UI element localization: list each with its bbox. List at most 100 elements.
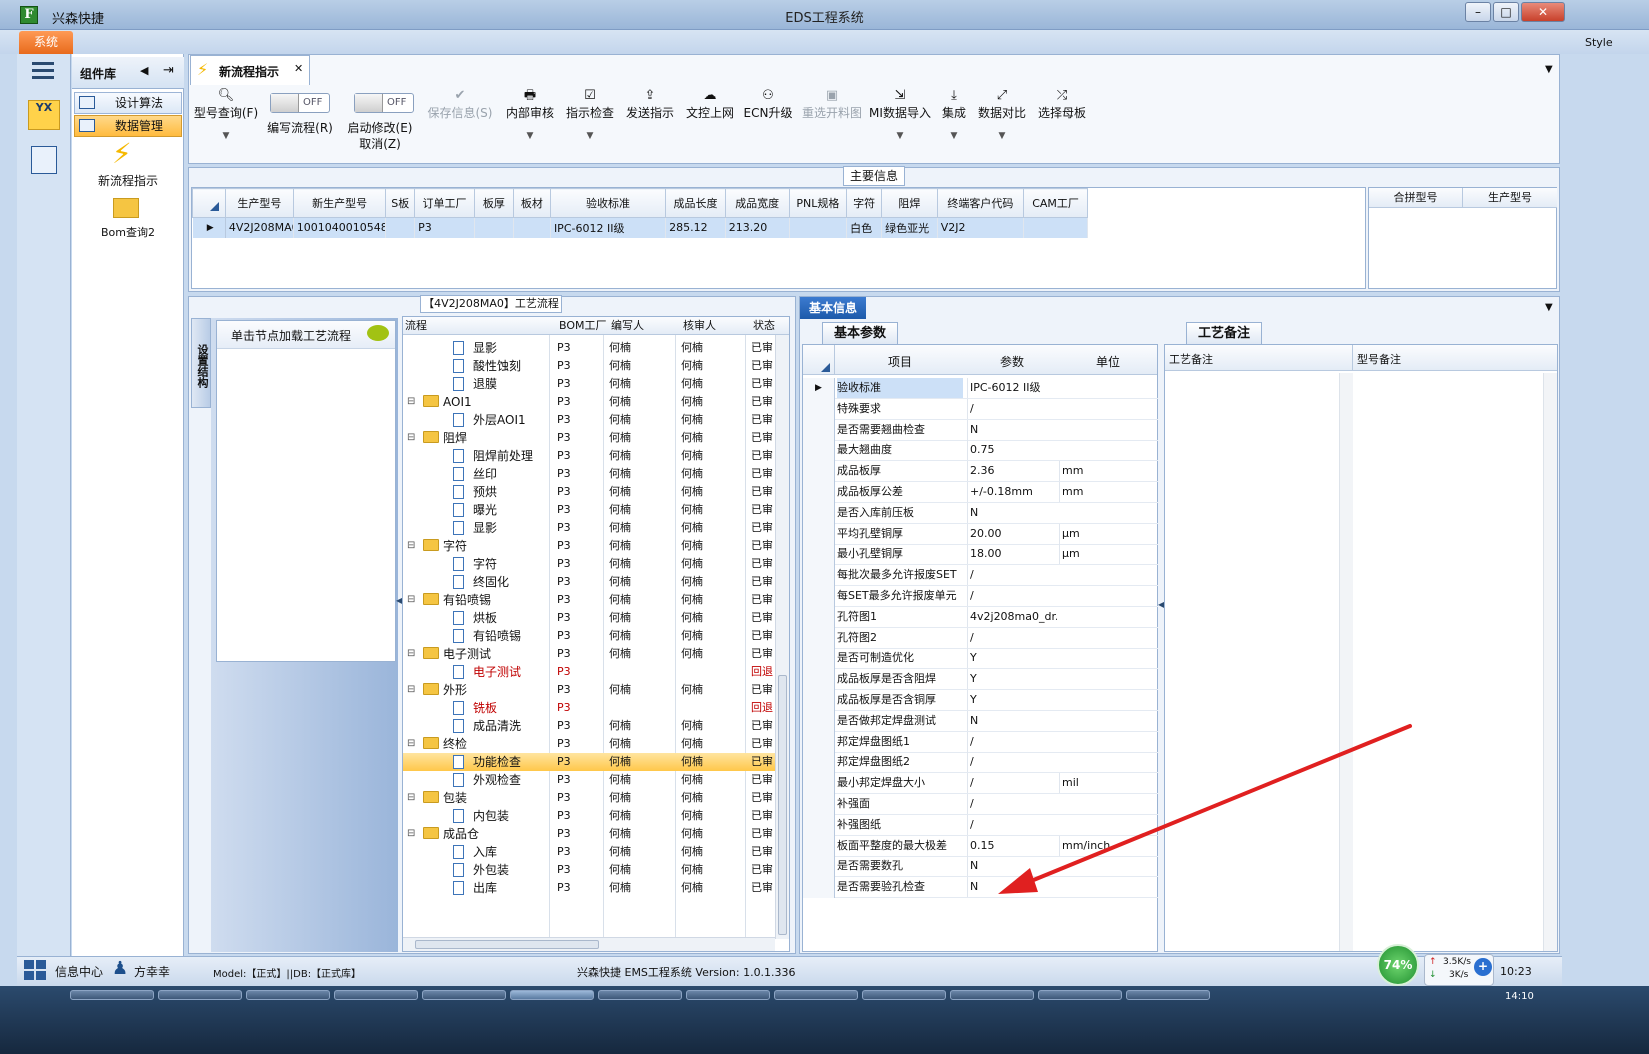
tree-row[interactable]: 丝印 P3 何楠 何楠 已审 [403, 465, 775, 483]
param-row[interactable]: 是否需要翘曲检查 N [803, 419, 1158, 441]
param-row[interactable]: 孔符图1 4v2j208ma0_dr... [803, 606, 1158, 628]
col-item[interactable]: 项目 [835, 353, 965, 370]
tree-row[interactable]: 外包装 P3 何楠 何楠 已审 [403, 861, 775, 879]
row-header-corner[interactable] [803, 345, 835, 375]
ribbon-dropdown-icon[interactable]: ▼ [1545, 64, 1553, 75]
close-window-button[interactable]: ✕ [1521, 2, 1565, 22]
taskbar-item-active[interactable] [510, 990, 594, 1000]
tree-row[interactable]: ⊟ AOI1 P3 何楠 何楠 已审 [403, 393, 775, 411]
row-header-corner[interactable] [192, 188, 226, 218]
table-cell[interactable]: IPC-6012 II级 [550, 217, 667, 238]
col-model-notes[interactable]: 型号备注 [1353, 345, 1557, 371]
col-writer[interactable]: 编写人 [611, 317, 644, 335]
tree-row[interactable]: ⊟ 阻焊 P3 何楠 何楠 已审 [403, 429, 775, 447]
taskbar-item[interactable] [422, 990, 506, 1000]
system-menu-tab[interactable]: 系统 [19, 31, 73, 54]
tree-row[interactable]: ⊟ 电子测试 P3 何楠 何楠 已审 [403, 645, 775, 663]
tree-row[interactable]: 出库 P3 何楠 何楠 已审 [403, 879, 775, 897]
collapse-node-icon[interactable]: ⊟ [407, 537, 415, 555]
col-header[interactable]: CAM工厂 [1023, 188, 1088, 218]
taskbar-item[interactable] [334, 990, 418, 1000]
param-row[interactable]: 孔符图2 / [803, 627, 1158, 649]
maximize-button[interactable]: □ [1493, 2, 1519, 22]
taskbar-item[interactable] [950, 990, 1034, 1000]
table-cell[interactable]: 绿色亚光 [881, 217, 938, 238]
collapse-node-icon[interactable]: ⊟ [407, 681, 415, 699]
param-value[interactable]: 0.75 [967, 440, 1057, 461]
factory-module-icon[interactable]: YX [28, 100, 60, 130]
col-header[interactable]: 阻焊 [881, 188, 938, 218]
tree-row[interactable]: ⊟ 终检 P3 何楠 何楠 已审 [403, 735, 775, 753]
param-row[interactable]: 特殊要求 / [803, 398, 1158, 420]
table-cell[interactable] [513, 217, 551, 238]
param-value[interactable]: Y [967, 690, 1057, 710]
table-cell[interactable]: V2J2 [937, 217, 1025, 238]
tree-row[interactable]: 烘板 P3 何楠 何楠 已审 [403, 609, 775, 627]
ecn-upgrade-button[interactable]: ⚇ ECN升级 [740, 88, 796, 121]
doc-control-online-button[interactable]: ☁ 文控上网 [682, 88, 738, 121]
col-header[interactable]: 订单工厂 [414, 188, 475, 218]
col-header[interactable]: 字符 [846, 188, 883, 218]
tree-row[interactable]: 电子测试 P3 回退 [403, 663, 775, 681]
param-value[interactable]: 18.00 [967, 544, 1057, 565]
col-header[interactable]: 验收标准 [549, 188, 667, 218]
tree-row[interactable]: 成品清洗 P3 何楠 何楠 已审 [403, 717, 775, 735]
col-header[interactable]: 成品宽度 [724, 188, 790, 218]
param-row[interactable]: 成品板厚公差 +/-0.18mm mm [803, 482, 1158, 503]
send-instruction-button[interactable]: ⇪ 发送指示 [622, 88, 678, 121]
taskbar-item[interactable] [158, 990, 242, 1000]
table-cell[interactable] [1023, 217, 1088, 238]
param-value[interactable]: / [967, 586, 1057, 606]
tree-row[interactable]: 字符 P3 何楠 何楠 已审 [403, 555, 775, 573]
param-value[interactable]: N [967, 502, 1057, 523]
col-bom-factory[interactable]: BOM工厂 [559, 317, 607, 335]
tree-horizontal-scrollbar[interactable] [403, 937, 775, 951]
table-cell[interactable]: 4V2J208MA0 [225, 217, 294, 238]
tool-new-process[interactable]: 新流程指示 [80, 172, 176, 189]
table-cell[interactable] [474, 217, 514, 238]
param-value[interactable]: 20.00 [967, 523, 1057, 544]
lightning-icon[interactable]: ⚡ [112, 140, 138, 170]
tree-row[interactable]: ⊟ 字符 P3 何楠 何楠 已审 [403, 537, 775, 555]
mi-data-import-button[interactable]: ⇲ MI数据导入 ▼ [866, 88, 934, 141]
tree-row[interactable]: 有铅喷锡 P3 何楠 何楠 已审 [403, 627, 775, 645]
param-value[interactable]: 2.36 [967, 461, 1057, 482]
collapse-node-icon[interactable]: ⊟ [407, 393, 415, 411]
tree-row[interactable]: ⊟ 成品仓 P3 何楠 何楠 已审 [403, 825, 775, 843]
tree-row[interactable]: 曝光 P3 何楠 何楠 已审 [403, 501, 775, 519]
tab-process-notes[interactable]: 工艺备注 [1186, 322, 1262, 344]
tree-row[interactable]: 入库 P3 何楠 何楠 已审 [403, 843, 775, 861]
param-row[interactable]: 每批次最多允许报废SET / [803, 565, 1158, 587]
tree-row[interactable]: 功能检查 P3 何楠 何楠 已审 [403, 753, 775, 771]
taskbar-item[interactable] [1038, 990, 1122, 1000]
param-value[interactable]: Y [967, 648, 1057, 669]
collapse-node-icon[interactable]: ⊟ [407, 735, 415, 753]
doc-tab-new-process[interactable]: ⚡ 新流程指示 ✕ [190, 55, 310, 85]
param-value[interactable]: / [967, 565, 1057, 586]
col-header[interactable]: 成品长度 [665, 188, 726, 218]
collapse-node-icon[interactable]: ⊟ [407, 591, 415, 609]
param-row[interactable]: 每SET最多允许报废单元 / [803, 586, 1158, 607]
tree-row[interactable]: ⊟ 包装 P3 何楠 何楠 已审 [403, 789, 775, 807]
tree-row[interactable]: 显影 P3 何楠 何楠 已审 [403, 339, 775, 357]
param-value[interactable]: Y [967, 669, 1057, 690]
tree-row[interactable]: 阻焊前处理 P3 何楠 何楠 已审 [403, 447, 775, 465]
col-production-model[interactable]: 生产型号 [1463, 188, 1557, 208]
calculator-module-icon[interactable] [31, 146, 57, 174]
param-row[interactable]: 最大翘曲度 0.75 [803, 440, 1158, 462]
table-cell[interactable]: 白色 [846, 217, 883, 238]
param-value[interactable]: IPC-6012 II级 [967, 378, 1057, 398]
cpu-usage-badge[interactable]: 74% [1377, 944, 1419, 986]
table-cell[interactable] [385, 217, 416, 238]
param-row[interactable]: 是否入库前压板 N [803, 502, 1158, 524]
data-compare-button[interactable]: ⤢ 数据对比 ▼ [974, 88, 1030, 141]
panel-dropdown-icon[interactable]: ▼ [1545, 302, 1553, 313]
tree-row[interactable]: 内包装 P3 何楠 何楠 已审 [403, 807, 775, 825]
tree-row[interactable]: 显影 P3 何楠 何楠 已审 [403, 519, 775, 537]
param-value[interactable]: / [967, 398, 1057, 419]
table-row[interactable]: ▶ 4V2J208MA0 10010400105486 P3 IPC-6012 II级 2… [192, 217, 1088, 238]
plus-icon[interactable]: + [1474, 958, 1492, 976]
table-cell[interactable]: 10010400105486 [293, 217, 387, 238]
tree-row[interactable]: 外观检查 P3 何楠 何楠 已审 [403, 771, 775, 789]
close-tab-icon[interactable]: ✕ [294, 62, 303, 75]
